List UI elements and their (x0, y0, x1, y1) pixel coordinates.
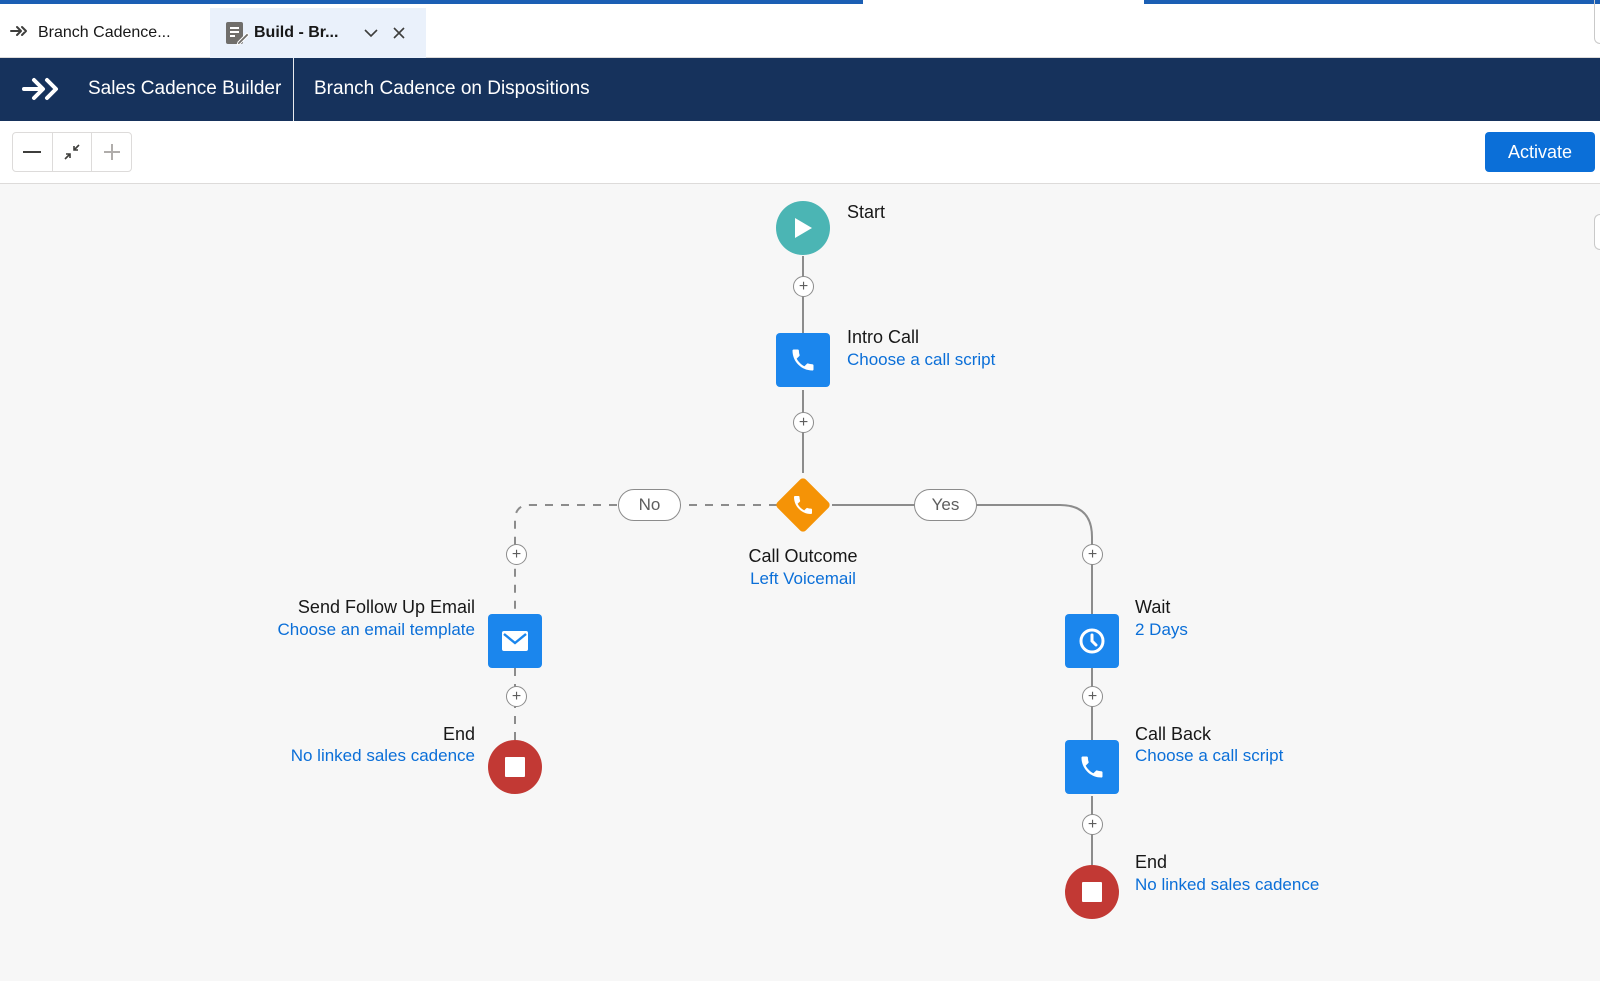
sales-cadence-logo-icon (22, 76, 62, 107)
call-back-node[interactable] (1065, 740, 1119, 794)
tab-bar: Branch Cadence... Build - Br... (0, 0, 1600, 58)
end-node-left[interactable] (488, 740, 542, 794)
end-left-cadence-link[interactable]: No linked sales cadence (175, 746, 475, 766)
tab-label: Build - Br... (254, 24, 339, 41)
start-title: Start (847, 202, 886, 222)
add-step-button[interactable]: + (506, 544, 527, 565)
app-header: Sales Cadence Builder Branch Cadence on … (0, 58, 1600, 121)
end-right-cadence-link[interactable]: No linked sales cadence (1135, 875, 1319, 895)
tab-build[interactable]: Build - Br... (210, 8, 426, 58)
call-outcome-value-link[interactable]: Left Voicemail (723, 569, 883, 589)
header-divider (293, 58, 294, 121)
send-email-template-link[interactable]: Choose an email template (175, 620, 475, 640)
intro-call-script-link[interactable]: Choose a call script (847, 350, 995, 370)
add-step-button[interactable]: + (506, 686, 527, 707)
start-node[interactable] (776, 201, 830, 255)
wait-duration-link[interactable]: 2 Days (1135, 620, 1188, 640)
flow-canvas: Start + Intro Call Choose a call script … (0, 184, 1600, 981)
zoom-out-button[interactable] (13, 133, 53, 171)
zoom-controls (12, 132, 132, 172)
wait-node[interactable] (1065, 614, 1119, 668)
email-icon (502, 631, 528, 651)
activate-button[interactable]: Activate (1485, 132, 1595, 172)
stop-icon (1082, 882, 1102, 902)
add-step-button[interactable]: + (793, 276, 814, 297)
end-node-right[interactable] (1065, 865, 1119, 919)
add-step-button[interactable]: + (793, 412, 814, 433)
record-name: Branch Cadence on Dispositions (314, 78, 590, 99)
zoom-in-button[interactable] (92, 133, 131, 171)
branch-no-label: No (618, 489, 681, 521)
wait-title: Wait (1135, 597, 1171, 617)
send-email-title: Send Follow Up Email (297, 597, 475, 617)
end-left-title: End (442, 724, 475, 744)
phone-icon (1081, 756, 1103, 778)
chevron-down-icon[interactable] (364, 25, 378, 43)
send-email-node[interactable] (488, 614, 542, 668)
close-icon[interactable] (392, 22, 406, 46)
intro-call-title: Intro Call (847, 327, 920, 347)
clock-icon (1079, 628, 1105, 654)
call-back-script-link[interactable]: Choose a call script (1135, 746, 1283, 766)
intro-call-node[interactable] (776, 333, 830, 387)
end-right-title: End (1135, 852, 1168, 872)
app-name: Sales Cadence Builder (88, 78, 282, 99)
builder-toolbar: Activate (0, 121, 1600, 184)
add-step-button[interactable]: + (1082, 544, 1103, 565)
plus-icon (103, 144, 120, 160)
call-back-title: Call Back (1135, 724, 1212, 744)
minus-icon (23, 151, 42, 153)
add-step-button[interactable]: + (1082, 814, 1103, 835)
tab-branch-cadence[interactable]: Branch Cadence... (10, 8, 210, 58)
phone-icon (794, 496, 812, 514)
tab-bar-edge (1594, 0, 1600, 44)
play-icon (795, 218, 812, 238)
tab-bar-accent (1144, 0, 1600, 4)
cadence-arrow-icon (10, 24, 32, 43)
tab-label: Branch Cadence... (38, 24, 171, 41)
build-doc-icon (224, 20, 250, 46)
stop-icon (505, 757, 525, 777)
tab-bar-accent (0, 0, 863, 4)
fit-to-screen-button[interactable] (53, 133, 93, 171)
contract-icon (64, 144, 80, 160)
call-outcome-title: Call Outcome (748, 546, 858, 566)
add-step-button[interactable]: + (1082, 686, 1103, 707)
phone-icon (792, 349, 814, 371)
branch-yes-label: Yes (914, 489, 977, 521)
